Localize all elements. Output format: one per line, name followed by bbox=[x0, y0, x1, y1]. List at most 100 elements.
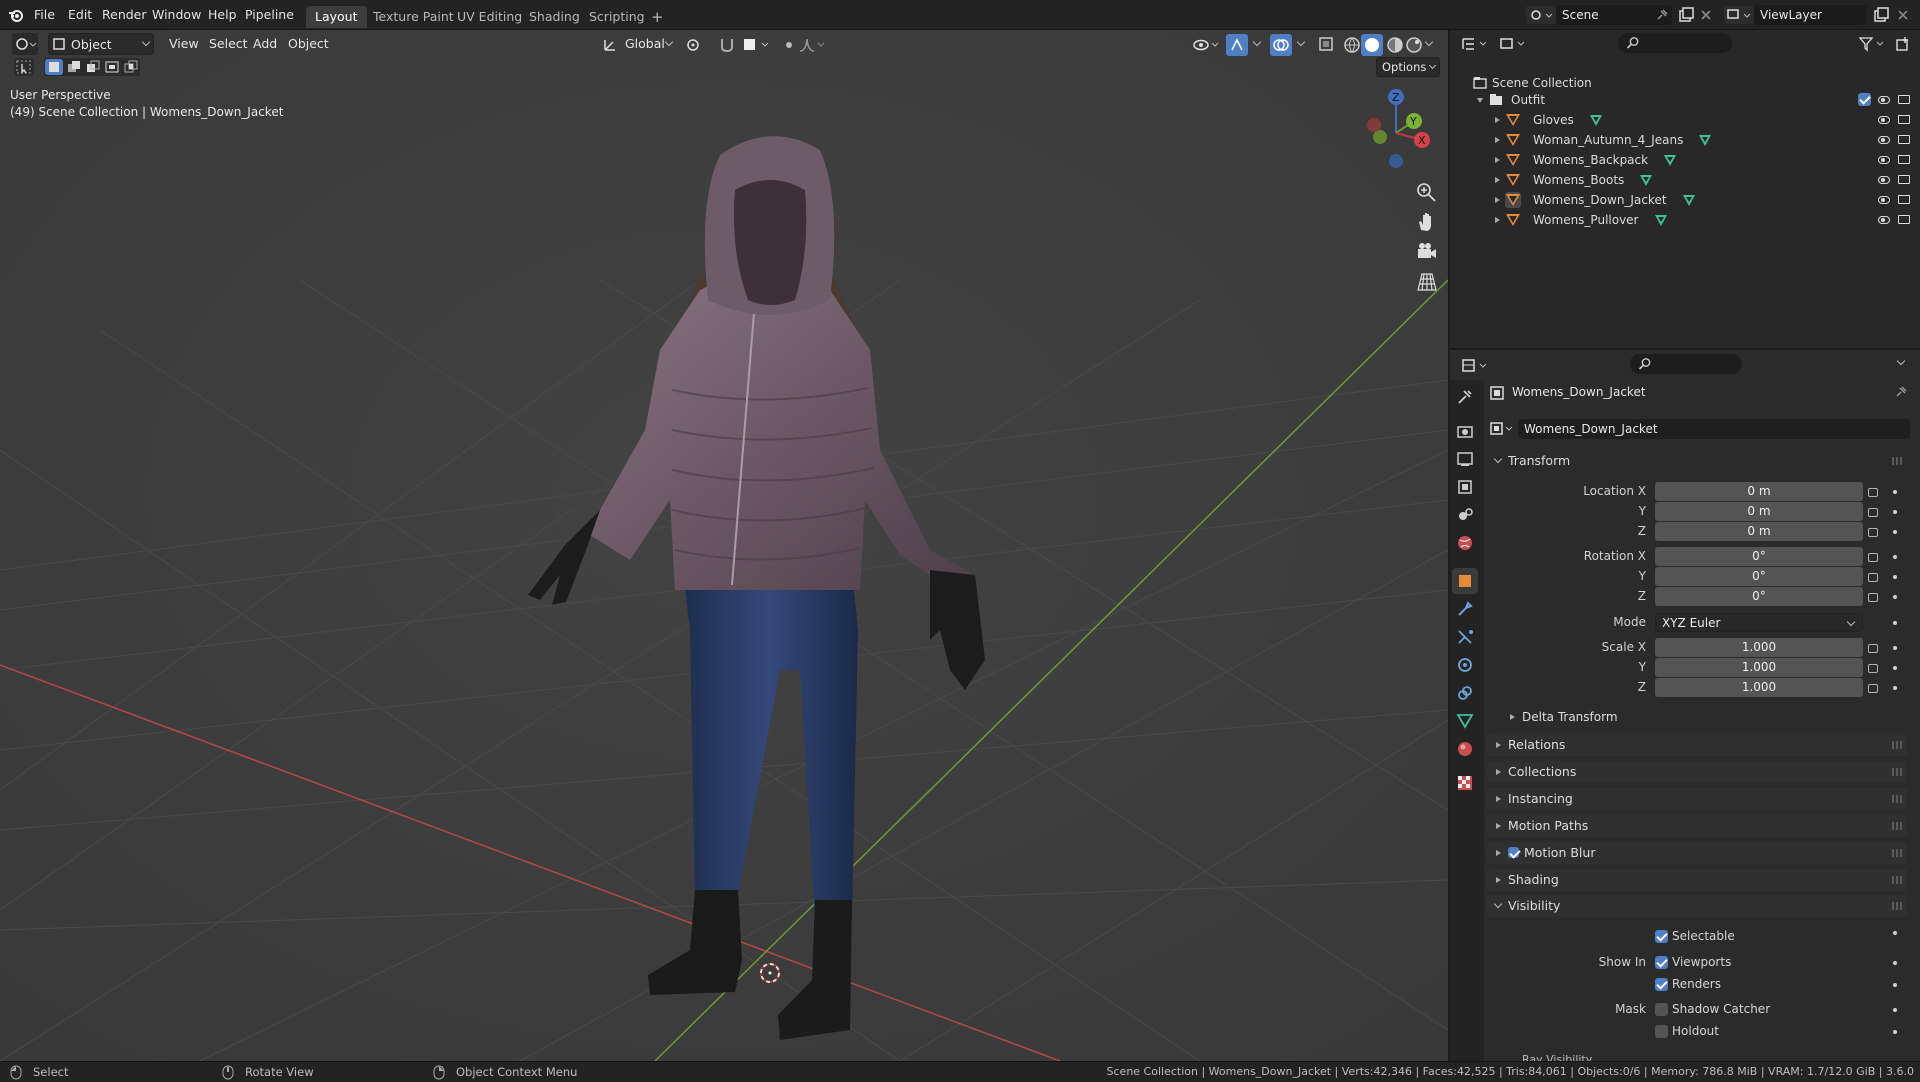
drag-grip-icon[interactable] bbox=[1892, 741, 1902, 749]
display-mode-button[interactable] bbox=[1498, 34, 1528, 54]
render-monitor-icon[interactable] bbox=[1898, 155, 1910, 164]
filter-icon[interactable] bbox=[1858, 35, 1888, 53]
output-tab-icon[interactable] bbox=[1456, 450, 1474, 468]
rendered-shading-icon[interactable] bbox=[1405, 36, 1423, 54]
3d-viewport[interactable]: Object Mode View Select Add Object Globa… bbox=[0, 30, 1448, 1061]
shadow-catcher-checkbox[interactable] bbox=[1655, 1003, 1668, 1016]
rotation-y-field[interactable]: 0° bbox=[1655, 567, 1863, 586]
scene-browse-button[interactable] bbox=[1526, 6, 1556, 24]
object-tab-button[interactable] bbox=[1452, 568, 1478, 594]
mesh-data-icon[interactable] bbox=[1683, 195, 1695, 206]
keyframe-dot-icon[interactable] bbox=[1893, 555, 1897, 559]
material-tab-icon[interactable] bbox=[1456, 740, 1474, 758]
location-x-field[interactable]: 0 m bbox=[1655, 482, 1863, 501]
hide-eye-icon[interactable] bbox=[1878, 96, 1890, 104]
rotation-z-field[interactable]: 0° bbox=[1655, 587, 1863, 606]
overlays-toggle-button[interactable] bbox=[1270, 34, 1292, 56]
snap-target-icon[interactable] bbox=[742, 36, 772, 54]
lock-icon[interactable] bbox=[1868, 528, 1878, 537]
tool-toggle-button[interactable] bbox=[14, 58, 34, 76]
select-intersect-icon[interactable] bbox=[122, 59, 140, 75]
outliner-search-input[interactable] bbox=[1618, 33, 1732, 53]
pin-icon[interactable] bbox=[1894, 385, 1908, 399]
mesh-data-icon[interactable] bbox=[1699, 135, 1711, 146]
holdout-checkbox[interactable] bbox=[1655, 1025, 1668, 1038]
keyframe-dot-icon[interactable] bbox=[1893, 575, 1897, 579]
drag-grip-icon[interactable] bbox=[1892, 795, 1902, 803]
scale-y-field[interactable]: 1.000 bbox=[1655, 658, 1863, 677]
chevron-down-icon[interactable] bbox=[1896, 356, 1906, 366]
drag-grip-icon[interactable] bbox=[1892, 849, 1902, 857]
keyframe-dot-icon[interactable] bbox=[1893, 1008, 1897, 1012]
tool-tab-icon[interactable] bbox=[1456, 388, 1474, 406]
material-preview-icon[interactable] bbox=[1386, 36, 1404, 54]
mesh-data-icon[interactable] bbox=[1664, 155, 1676, 166]
mesh-data-icon[interactable] bbox=[1655, 215, 1667, 226]
hide-eye-icon[interactable] bbox=[1878, 136, 1890, 144]
render-monitor-icon[interactable] bbox=[1898, 195, 1910, 204]
new-collection-icon[interactable] bbox=[1894, 35, 1912, 53]
keyframe-dot-icon[interactable] bbox=[1893, 983, 1897, 987]
render-tab-icon[interactable] bbox=[1456, 422, 1474, 440]
drag-grip-icon[interactable] bbox=[1892, 822, 1902, 830]
outliner-row-object[interactable]: Gloves bbox=[1450, 110, 1920, 130]
select-extend-icon[interactable] bbox=[65, 59, 83, 75]
menu-view[interactable]: View bbox=[164, 33, 204, 55]
location-y-field[interactable]: 0 m bbox=[1655, 502, 1863, 521]
orientation-dropdown[interactable]: Global bbox=[620, 33, 670, 55]
mesh-data-icon[interactable] bbox=[1640, 175, 1652, 186]
tab-shading[interactable]: Shading bbox=[520, 6, 589, 28]
expand-arrow-icon[interactable] bbox=[1495, 137, 1500, 143]
render-monitor-icon[interactable] bbox=[1898, 115, 1910, 124]
menu-pipeline[interactable]: Pipeline bbox=[245, 0, 294, 30]
drag-grip-icon[interactable] bbox=[1892, 457, 1902, 465]
render-monitor-icon[interactable] bbox=[1898, 215, 1910, 224]
keyframe-dot-icon[interactable] bbox=[1893, 686, 1897, 690]
transform-panel-header[interactable]: Transform bbox=[1487, 450, 1907, 472]
drag-grip-icon[interactable] bbox=[1892, 902, 1902, 910]
menu-help[interactable]: Help bbox=[208, 0, 237, 30]
properties-editor-type-button[interactable] bbox=[1460, 356, 1490, 376]
render-monitor-icon[interactable] bbox=[1898, 175, 1910, 184]
lock-icon[interactable] bbox=[1868, 488, 1878, 497]
selectable-checkbox[interactable] bbox=[1655, 930, 1668, 943]
render-monitor-icon[interactable] bbox=[1898, 95, 1910, 104]
pin-icon[interactable] bbox=[1655, 8, 1669, 22]
rotation-x-field[interactable]: 0° bbox=[1655, 547, 1863, 566]
location-z-field[interactable]: 0 m bbox=[1655, 522, 1863, 541]
pan-hand-icon[interactable] bbox=[1414, 210, 1440, 234]
keyframe-dot-icon[interactable] bbox=[1893, 1030, 1897, 1034]
menu-select[interactable]: Select bbox=[204, 33, 253, 55]
panel-header-collections[interactable]: Collections bbox=[1487, 761, 1907, 783]
expand-arrow-icon[interactable] bbox=[1495, 217, 1500, 223]
falloff-icon[interactable] bbox=[798, 36, 828, 54]
scale-z-field[interactable]: 1.000 bbox=[1655, 678, 1863, 697]
collection-exclude-checkbox[interactable] bbox=[1858, 93, 1871, 106]
lock-icon[interactable] bbox=[1868, 664, 1878, 673]
scene-tab-icon[interactable] bbox=[1456, 506, 1474, 524]
object-data-tab-icon[interactable] bbox=[1456, 712, 1474, 730]
hide-eye-icon[interactable] bbox=[1878, 176, 1890, 184]
outliner-row-object[interactable]: Womens_Pullover bbox=[1450, 210, 1920, 230]
drag-grip-icon[interactable] bbox=[1892, 768, 1902, 776]
lock-icon[interactable] bbox=[1868, 553, 1878, 562]
outliner-row-outfit[interactable]: Outfit bbox=[1450, 90, 1920, 110]
rotation-mode-dropdown[interactable]: XYZ Euler bbox=[1655, 613, 1863, 632]
delta-transform-subpanel[interactable]: Delta Transform bbox=[1508, 707, 1898, 727]
lock-icon[interactable] bbox=[1868, 644, 1878, 653]
datablock-name-field[interactable]: Womens_Down_Jacket bbox=[1518, 419, 1910, 439]
hide-eye-icon[interactable] bbox=[1878, 196, 1890, 204]
ortho-grid-icon[interactable] bbox=[1414, 270, 1440, 294]
menu-add[interactable]: Add bbox=[248, 33, 282, 55]
tab-layout[interactable]: Layout bbox=[306, 6, 367, 28]
new-viewlayer-icon[interactable] bbox=[1873, 7, 1889, 23]
visibility-icon[interactable] bbox=[1192, 36, 1222, 54]
expand-arrow-icon[interactable] bbox=[1495, 157, 1500, 163]
lock-icon[interactable] bbox=[1868, 684, 1878, 693]
navigation-gizmo[interactable]: Z Y X bbox=[1356, 85, 1436, 170]
viewlayer-name-field[interactable]: ViewLayer bbox=[1754, 5, 1866, 25]
add-workspace-button[interactable]: + bbox=[642, 6, 673, 28]
outliner-row-object[interactable]: Womens_Backpack bbox=[1450, 150, 1920, 170]
keyframe-dot-icon[interactable] bbox=[1893, 931, 1897, 935]
datablock-browse-button[interactable] bbox=[1489, 420, 1517, 438]
